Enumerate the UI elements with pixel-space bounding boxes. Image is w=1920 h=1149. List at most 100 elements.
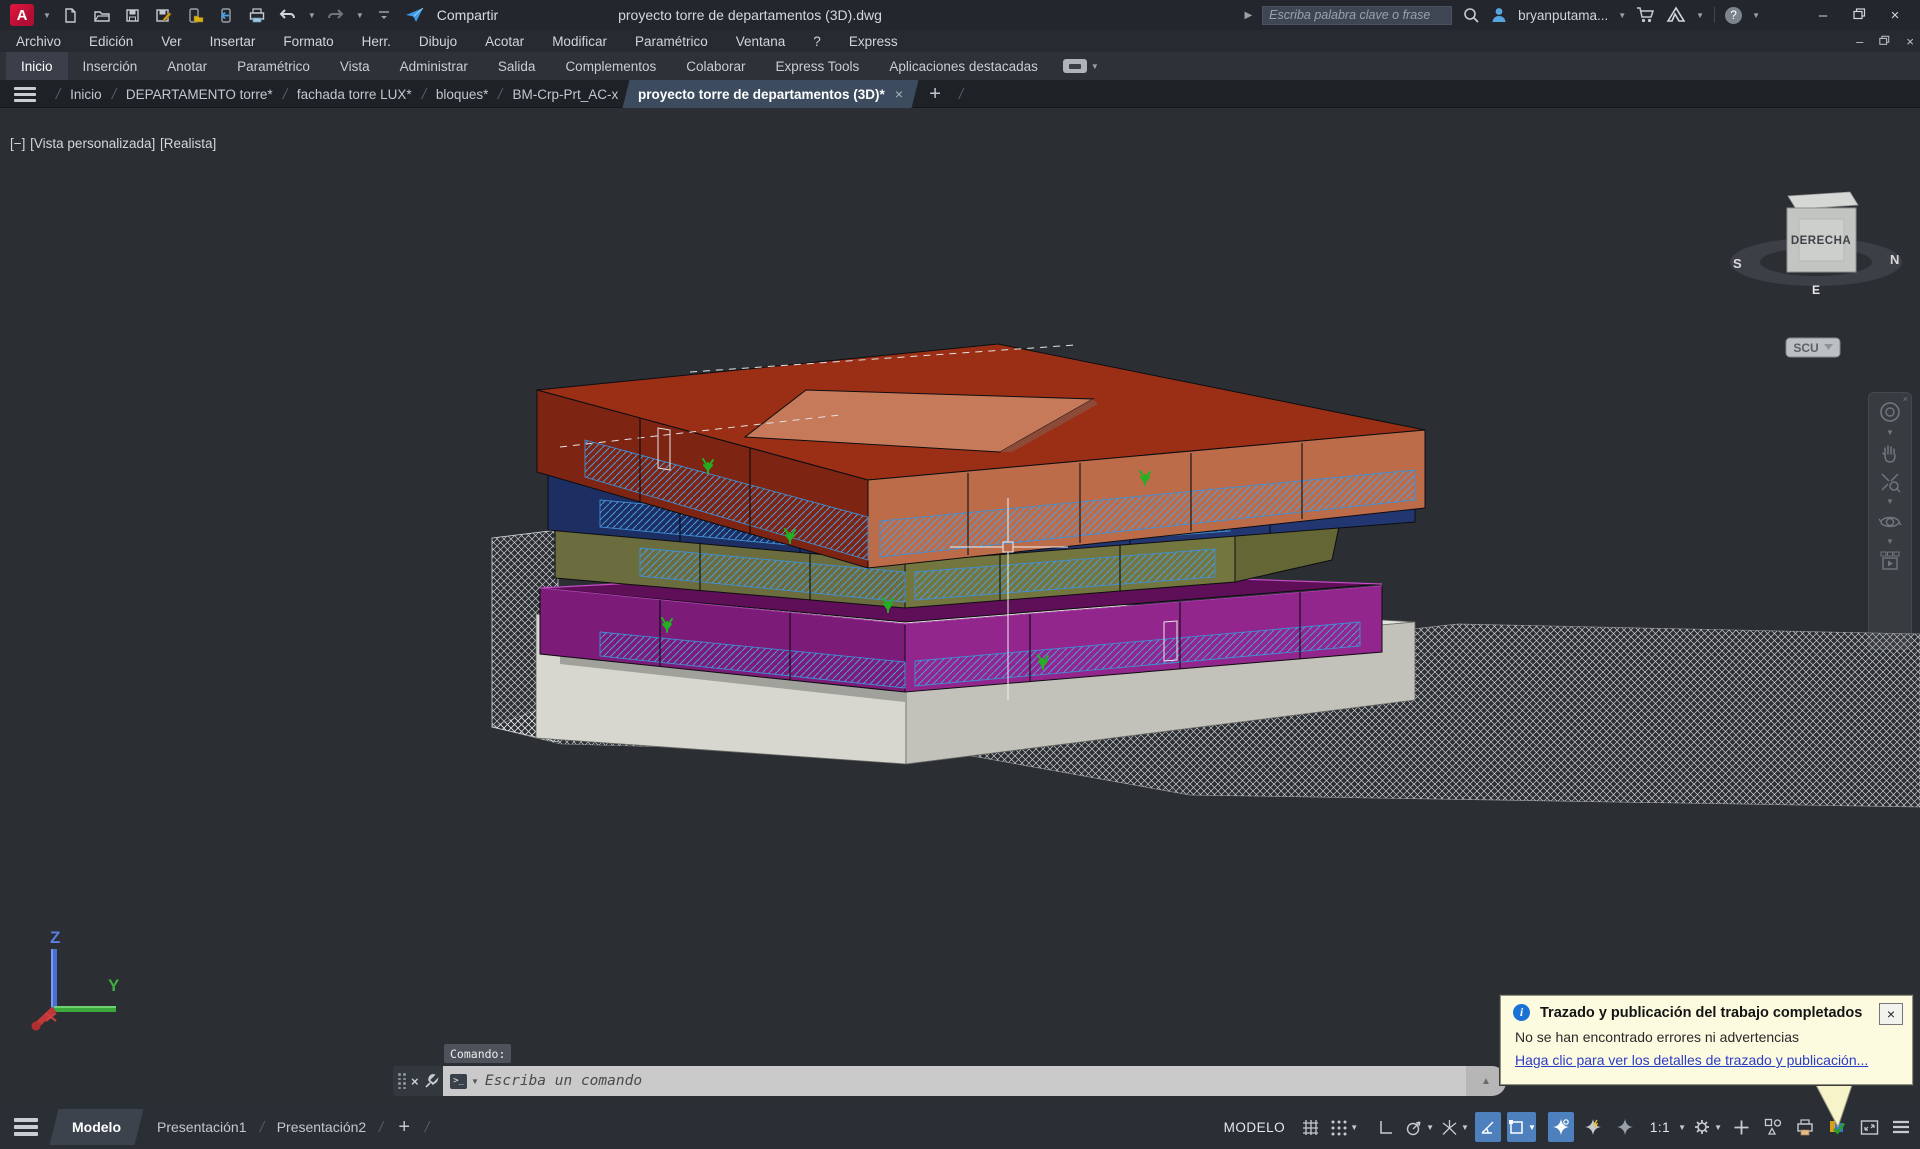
undo-caret-icon[interactable]: ▼ [308,11,316,20]
save-button[interactable] [122,4,144,26]
app-store-cart-icon[interactable] [1636,6,1656,24]
ribbon-tab-administrar[interactable]: Administrar [385,52,483,80]
file-tab-close-icon[interactable]: × [895,86,903,102]
layout-menu-icon[interactable] [14,1118,38,1136]
drawing-close-button[interactable]: × [1906,34,1914,49]
dynamic-input-toggle[interactable] [1580,1112,1606,1142]
isolate-objects-button[interactable] [1760,1112,1786,1142]
new-drawing-tab-button[interactable]: + [929,83,941,106]
viewport-view-control[interactable]: [Vista personalizada] [30,136,155,151]
menu-herramientas[interactable]: Herr. [362,34,391,49]
autotrack-toggle[interactable] [1475,1112,1501,1142]
ribbon-tab-parametrico[interactable]: Paramétrico [222,52,325,80]
layout-tab-presentacion1[interactable]: Presentación1 [153,1119,251,1135]
customize-qat-button[interactable] [373,4,395,26]
polar-tracking-toggle[interactable]: ▼ [1404,1112,1434,1142]
command-bar-close-icon[interactable]: × [411,1074,419,1089]
file-tab-fachada-torre-lux[interactable]: fachada torre LUX* [297,87,412,102]
save-as-button[interactable] [153,4,175,26]
autodesk-menu-caret-icon[interactable]: ▼ [1696,11,1704,20]
notification-details-link[interactable]: Haga clic para ver los detalles de traza… [1515,1052,1868,1068]
ortho-mode-toggle[interactable] [1372,1112,1398,1142]
menu-insertar[interactable]: Insertar [210,34,256,49]
layout-tab-modelo[interactable]: Modelo [50,1109,144,1145]
grid-display-toggle[interactable] [1297,1112,1323,1142]
model-space-toggle[interactable]: MODELO [1218,1112,1292,1142]
menu-acotar[interactable]: Acotar [485,34,524,49]
file-tab-departamento-torre[interactable]: DEPARTAMENTO torre* [126,87,273,102]
menu-formato[interactable]: Formato [283,34,333,49]
ribbon-toggle-caret-icon[interactable]: ▼ [1091,62,1099,71]
command-bar-grip[interactable]: × [393,1066,443,1096]
recent-commands-caret-icon[interactable]: ▼ [471,1077,479,1086]
command-wrench-icon[interactable] [424,1074,439,1089]
drawing-minimize-button[interactable]: – [1856,34,1863,49]
navbar-close-icon[interactable]: × [1903,394,1908,404]
open-file-button[interactable] [91,4,113,26]
ribbon-tab-colaborar[interactable]: Colaborar [671,52,760,80]
menu-dibujo[interactable]: Dibujo [419,34,457,49]
file-tabs-menu-icon[interactable] [14,87,36,102]
menu-archivo[interactable]: Archivo [16,34,61,49]
menu-parametrico[interactable]: Paramétrico [635,34,708,49]
app-menu-caret-icon[interactable]: ▼ [43,11,51,20]
menu-modificar[interactable]: Modificar [552,34,607,49]
autodesk-logo-icon[interactable] [1666,6,1686,24]
open-from-web-mobile-button[interactable] [184,4,206,26]
object-snap-toggle[interactable]: ▼ [1507,1112,1536,1142]
window-minimize-button[interactable]: – [1810,7,1836,24]
user-menu-caret-icon[interactable]: ▼ [1618,11,1626,20]
new-layout-button[interactable]: + [398,1116,410,1139]
menu-ventana[interactable]: Ventana [736,34,786,49]
drag-handle-icon[interactable] [398,1073,406,1089]
share-label[interactable]: Compartir [437,7,498,23]
command-input[interactable] [485,1073,1466,1089]
save-to-web-mobile-button[interactable] [215,4,237,26]
orbit-caret-icon[interactable]: ▼ [1886,539,1894,545]
layout-tab-presentacion2[interactable]: Presentación2 [273,1119,371,1135]
search-collapse-icon[interactable]: ▶ [1244,10,1252,21]
showmotion-icon[interactable] [1878,550,1902,572]
ribbon-tab-express-tools[interactable]: Express Tools [761,52,875,80]
redo-button[interactable] [325,4,347,26]
window-restore-button[interactable] [1846,7,1872,24]
menu-ver[interactable]: Ver [161,34,181,49]
osnap-tracking-toggle[interactable] [1548,1112,1574,1142]
menu-ayuda[interactable]: ? [813,34,821,49]
ribbon-tab-inicio[interactable]: Inicio [6,52,68,80]
file-tab-inicio[interactable]: Inicio [70,87,102,102]
ribbon-tab-anotar[interactable]: Anotar [152,52,222,80]
zoom-caret-icon[interactable]: ▼ [1886,499,1894,505]
scu-menu-button[interactable]: SCU [1786,338,1840,357]
menu-edicion[interactable]: Edición [89,34,133,49]
menu-express[interactable]: Express [849,34,898,49]
workspace-switching-button[interactable]: ▼ [1692,1112,1722,1142]
user-avatar-icon[interactable] [1490,6,1508,24]
help-caret-icon[interactable]: ▼ [1752,11,1760,20]
help-button[interactable]: ? [1725,7,1742,24]
osnap-3d-toggle[interactable] [1612,1112,1638,1142]
file-tab-active-proyecto-torre[interactable]: proyecto torre de departamentos (3D)* × [623,80,919,108]
zoom-extents-icon[interactable] [1878,470,1902,494]
orbit-icon[interactable] [1878,510,1902,534]
navigation-wheel-icon[interactable] [1877,399,1903,425]
annotation-monitor-button[interactable] [1728,1112,1754,1142]
ribbon-tab-aplicaciones[interactable]: Aplicaciones destacadas [874,52,1053,80]
customization-button[interactable] [1888,1112,1914,1142]
undo-button[interactable] [277,4,299,26]
drawing-restore-button[interactable] [1879,34,1890,49]
pan-hand-icon[interactable] [1878,441,1902,465]
ribbon-tab-insercion[interactable]: Inserción [68,52,153,80]
autocad-app-icon[interactable]: A [10,4,34,26]
notification-close-button[interactable]: × [1879,1003,1903,1025]
ribbon-display-toggle[interactable]: ▼ [1063,52,1099,80]
model-viewport[interactable]: [−] [Vista personalizada] [Realista] [0,108,1920,1105]
search-icon[interactable] [1462,6,1480,24]
signed-in-user[interactable]: bryanputama... [1518,8,1608,23]
viewport-visual-style-control[interactable]: [Realista] [160,136,216,151]
file-tab-bloques[interactable]: bloques* [436,87,489,102]
isometric-drafting-toggle[interactable]: ▼ [1440,1112,1469,1142]
redo-caret-icon[interactable]: ▼ [356,11,364,20]
annotation-scale-button[interactable]: 1:1▼ [1644,1112,1686,1142]
snap-mode-toggle[interactable]: ▼ [1329,1112,1358,1142]
